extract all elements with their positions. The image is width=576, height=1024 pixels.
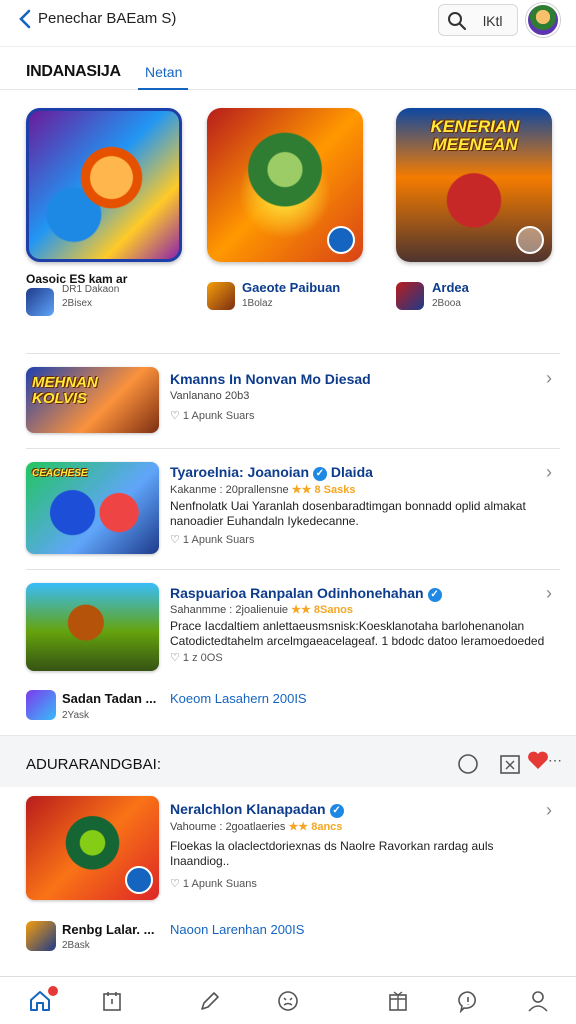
featured-tile-3[interactable]: KENERIAN MEENEAN	[396, 108, 552, 262]
chat-icon[interactable]	[456, 989, 480, 1014]
list-item-meta: ♡ 1 Apunk Suans	[170, 878, 257, 890]
verified-icon: ✓	[427, 588, 442, 602]
list-item-sub: Vahoume : 2goatlaeries ★★ 8ancs	[170, 820, 342, 833]
featured-caption-3[interactable]: Ardea	[432, 280, 469, 295]
featured-tile-2[interactable]	[207, 108, 363, 262]
tab-underline	[138, 88, 188, 90]
list-item-sub-text: Sahanmme : 2joalienuie	[170, 604, 289, 616]
list-item-meta: ♡ 1 z 0OS	[170, 652, 223, 664]
comment-icon[interactable]	[456, 752, 480, 776]
featured-caption-1b: DR1 Dakaon	[62, 284, 120, 295]
bottom-nav	[0, 976, 576, 1024]
chevron-right-icon[interactable]: ›	[546, 583, 552, 604]
developer-avatar-icon	[207, 282, 235, 310]
list-item-sub-text: Vahoume : 2goatlaeries	[170, 821, 286, 833]
list-item-title-suffix: Dlaida	[330, 464, 373, 480]
list-item-description: Nenfnolatk Uai Yaranlah dosenbaradtimgan…	[170, 499, 526, 528]
notification-badge	[48, 986, 58, 996]
tile-badge-icon	[327, 226, 355, 254]
back-arrow-icon[interactable]	[18, 8, 38, 30]
small-row-sub: 2Yask	[62, 710, 90, 721]
developer-avatar-icon	[26, 288, 54, 316]
featured-caption-2[interactable]: Gaeote Paibuan	[242, 280, 340, 295]
page-title: Penechar BAEam S)	[38, 10, 177, 27]
verified-icon: ✓	[313, 467, 327, 481]
section-title: ADURARANDGBAI:	[26, 756, 162, 773]
search-icon[interactable]	[447, 11, 467, 31]
gift-icon[interactable]	[386, 989, 410, 1013]
list-item-thumbnail[interactable]: MEHNAN KOLVIS	[26, 367, 159, 433]
heart-icon[interactable]	[526, 748, 550, 772]
featured-sub-3: 2Booa	[432, 298, 461, 309]
small-row-title[interactable]: Sadan Tadan ...	[62, 691, 156, 706]
list-item-title[interactable]: Raspuarioa Ranpalan Odinhonehahan ✓	[170, 585, 442, 602]
chevron-right-icon[interactable]: ›	[546, 368, 552, 389]
tile-badge-icon	[125, 866, 153, 894]
list-item-title-text: Raspuarioa Ranpalan Odinhonehahan	[170, 585, 424, 601]
avatar[interactable]	[526, 3, 560, 37]
rating-stars: ★★ 8ancs	[288, 821, 343, 833]
face-icon[interactable]	[276, 989, 300, 1013]
list-item-description: Floekas la olaclectdoriexnas ds Naolre R…	[170, 839, 494, 868]
small-row-title[interactable]: Renbg Lalar. ...	[62, 922, 154, 937]
app-icon[interactable]	[26, 690, 56, 720]
search-text: lKtl	[483, 13, 503, 29]
tile-badge-icon	[516, 226, 544, 254]
list-item-thumbnail[interactable]	[26, 583, 159, 671]
top-bar: Penechar BAEam S) lKtl	[0, 0, 576, 46]
list-item-sub: Vanlanano 20b3	[170, 390, 250, 402]
section-header: ADURARANDGBAI: ⋯	[0, 735, 576, 787]
chevron-right-icon[interactable]: ›	[546, 462, 552, 483]
featured-sub-1: 2Bisex	[62, 298, 93, 309]
divider	[26, 448, 560, 449]
more-icon[interactable]: ⋯	[548, 752, 562, 769]
thumb-art-text: MEHNAN KOLVIS	[32, 374, 98, 407]
list-item-title[interactable]: Tyaroelnia: Joanoian ✓ Dlaida	[170, 464, 373, 481]
divider	[26, 569, 560, 570]
search-box[interactable]: lKtl	[438, 4, 518, 36]
developer-avatar-icon	[396, 282, 424, 310]
list-item-thumbnail[interactable]	[26, 796, 159, 900]
list-item-title-text: Tyaroelnia: Joanoian	[170, 464, 309, 480]
tile-art-text: KENERIAN MEENEAN	[430, 117, 520, 154]
small-row-link[interactable]: Naoon Larenhan 200IS	[170, 922, 304, 937]
calendar-icon[interactable]	[100, 989, 124, 1013]
tab-main[interactable]: INDANASIJA	[26, 63, 121, 81]
featured-sub-2: 1Bolaz	[242, 298, 273, 309]
rating-stars: ★★ 8 Sasks	[291, 484, 356, 496]
list-item-thumbnail[interactable]: CEACHESE	[26, 462, 159, 554]
rating-stars: ★★ 8Sanos	[291, 604, 354, 616]
list-item-sub-text: Kakanme : 20prallensne	[170, 484, 289, 496]
list-item-meta: ♡ 1 Apunk Suars	[170, 410, 255, 422]
profile-icon[interactable]	[526, 989, 550, 1013]
divider	[26, 353, 560, 354]
tab-active[interactable]: Netan	[145, 64, 182, 80]
pen-icon[interactable]	[198, 989, 222, 1013]
tab-bar: INDANASIJA Netan	[0, 46, 576, 90]
list-item-meta: ♡ 1 Apunk Suars	[170, 534, 255, 546]
app-icon[interactable]	[26, 921, 56, 951]
close-box-icon[interactable]	[498, 752, 522, 776]
small-row-link[interactable]: Koeom Lasahern 200IS	[170, 691, 307, 706]
list-item-title-text: Neralchlon Klanapadan	[170, 801, 326, 817]
verified-icon: ✓	[329, 804, 344, 818]
small-row-sub: 2Bask	[62, 940, 90, 951]
featured-tile-1[interactable]	[26, 108, 182, 262]
list-item-sub: Sahanmme : 2joalienuie ★★ 8Sanos	[170, 603, 353, 616]
list-item-title[interactable]: Kmanns In Nonvan Mo Diesad	[170, 371, 371, 387]
list-item-description: Prace Iacdaltiem anlettaeusmsnisk:Koeskl…	[170, 619, 545, 648]
chevron-right-icon[interactable]: ›	[546, 800, 552, 821]
thumb-art-text: CEACHESE	[32, 468, 88, 479]
list-item-title[interactable]: Neralchlon Klanapadan ✓	[170, 801, 344, 818]
list-item-sub: Kakanme : 20prallensne ★★ 8 Sasks	[170, 483, 355, 496]
